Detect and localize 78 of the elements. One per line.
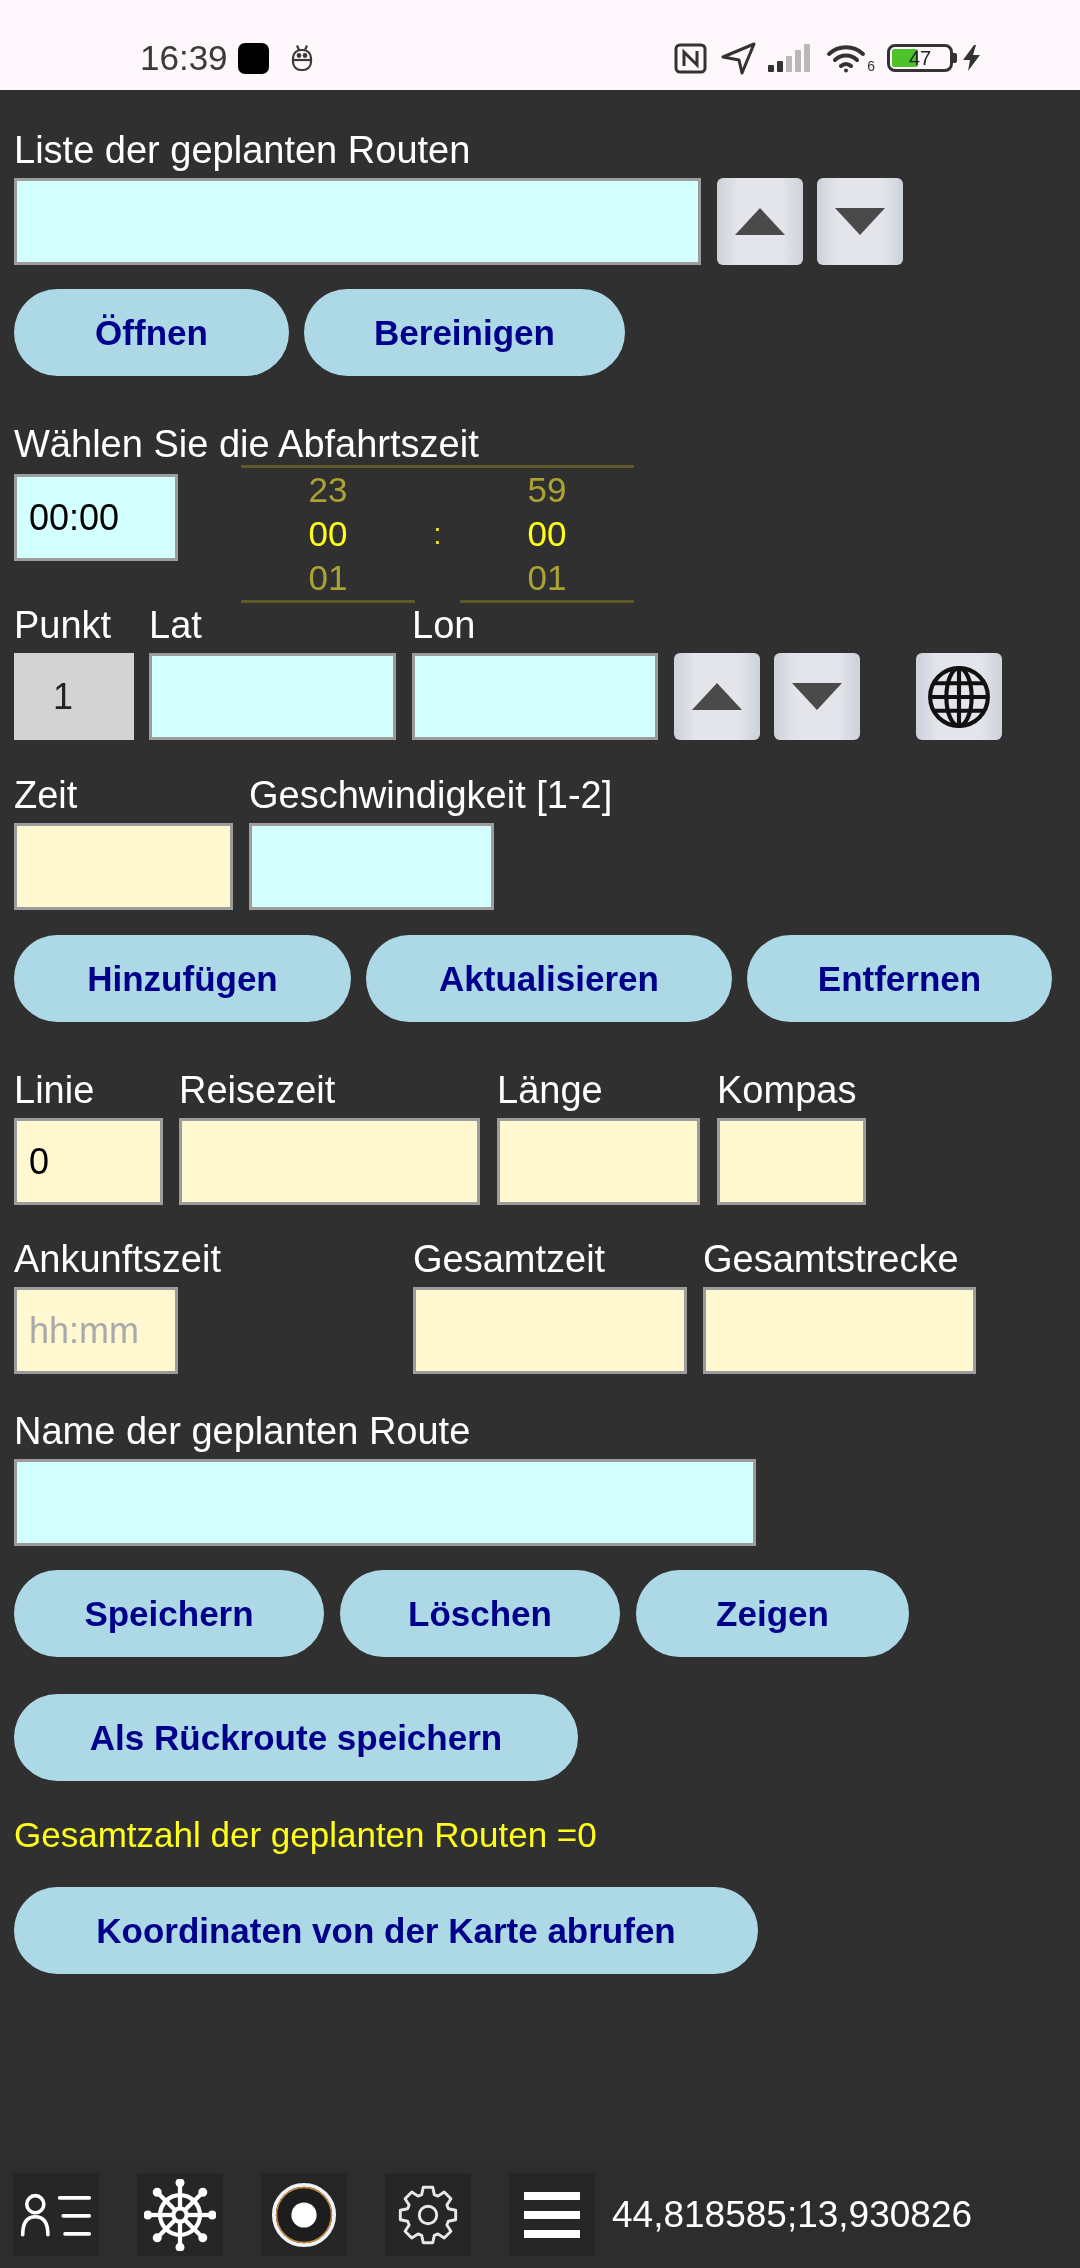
field-label: Liste der geplanten Routen xyxy=(14,128,471,172)
move-down-button[interactable] xyxy=(774,653,860,740)
robot-icon xyxy=(289,44,314,72)
nfc-icon xyxy=(674,42,708,74)
field-label: Reisezeit xyxy=(179,1068,336,1112)
globe-icon xyxy=(926,663,992,730)
ship-wheel-icon xyxy=(144,2178,216,2251)
field-label: Länge xyxy=(497,1068,603,1112)
up-triangle-icon xyxy=(692,683,742,710)
move-up-button[interactable] xyxy=(674,653,760,740)
field-label: Punkt xyxy=(14,603,112,647)
hour-option[interactable]: 00 xyxy=(308,512,348,556)
total-time-field[interactable] xyxy=(413,1287,687,1374)
route-name-field[interactable] xyxy=(14,1459,756,1546)
point-number-field[interactable]: 1 xyxy=(14,653,134,740)
wifi-standard-label: 6 xyxy=(867,58,875,73)
route-list-field[interactable] xyxy=(14,178,701,265)
globe-button[interactable] xyxy=(916,653,1002,740)
coordinates-text: 44,818585;13,930826 xyxy=(612,2192,973,2237)
get-map-coordinates-button[interactable]: Koordinaten von der Karte abrufen xyxy=(14,1887,758,1974)
compass-field[interactable] xyxy=(717,1118,866,1205)
up-triangle-icon xyxy=(735,208,785,235)
save-return-route-button[interactable]: Als Rückroute speichern xyxy=(14,1694,578,1781)
minute-option[interactable]: 59 xyxy=(527,468,567,512)
wifi-icon xyxy=(826,43,867,73)
down-triangle-icon xyxy=(835,208,885,235)
travel-time-field[interactable] xyxy=(179,1118,480,1205)
helm-button[interactable] xyxy=(137,2173,223,2256)
arrival-time-field[interactable]: hh:mm xyxy=(14,1287,178,1374)
hour-option[interactable]: 01 xyxy=(308,556,348,600)
time-separator: : xyxy=(433,516,442,552)
record-button[interactable] xyxy=(261,2173,347,2256)
settings-button[interactable] xyxy=(385,2173,471,2256)
move-down-button[interactable] xyxy=(817,178,903,265)
field-label: Gesamtstrecke xyxy=(703,1237,959,1281)
field-label: Geschwindigkeit [1-2] xyxy=(249,773,613,817)
field-label: Zeit xyxy=(14,773,78,817)
latitude-field[interactable] xyxy=(149,653,396,740)
signal-icon xyxy=(768,44,813,72)
circle-dot-icon xyxy=(271,2181,337,2248)
status-time: 16:39 xyxy=(140,38,228,78)
show-button[interactable]: Zeigen xyxy=(636,1570,909,1657)
add-button[interactable]: Hinzufügen xyxy=(14,935,351,1022)
down-triangle-icon xyxy=(792,683,842,710)
field-label: Linie xyxy=(14,1068,95,1112)
field-label: Ankunftszeit xyxy=(14,1237,221,1281)
field-label: Wählen Sie die Abfahrtszeit xyxy=(14,424,479,464)
clean-up-button[interactable]: Bereinigen xyxy=(304,289,625,376)
open-button[interactable]: Öffnen xyxy=(14,289,289,376)
field-label: Gesamtzeit xyxy=(413,1237,606,1281)
menu-button[interactable] xyxy=(509,2173,595,2256)
time-field[interactable] xyxy=(14,823,233,910)
move-up-button[interactable] xyxy=(717,178,803,265)
route-count-text: Gesamtzahl der geplanten Routen =0 xyxy=(14,1815,597,1855)
field-label: Kompas xyxy=(717,1068,857,1112)
square-icon xyxy=(237,42,269,74)
save-button[interactable]: Speichern xyxy=(14,1570,324,1657)
update-button[interactable]: Aktualisieren xyxy=(366,935,732,1022)
charging-bolt-icon xyxy=(963,45,980,71)
field-label: Lat xyxy=(149,603,202,647)
minute-option[interactable]: 01 xyxy=(527,556,567,600)
line-number-field[interactable]: 0 xyxy=(14,1118,163,1205)
hour-option[interactable]: 23 xyxy=(308,468,348,512)
remove-button[interactable]: Entfernen xyxy=(747,935,1052,1022)
speed-field[interactable] xyxy=(249,823,494,910)
delete-button[interactable]: Löschen xyxy=(340,1570,620,1657)
person-list-icon xyxy=(20,2192,92,2237)
departure-time-field[interactable]: 00:00 xyxy=(14,474,178,561)
field-label: Lon xyxy=(412,603,476,647)
field-label: Name der geplanten Route xyxy=(14,1409,471,1453)
menu-icon xyxy=(524,2191,580,2238)
total-distance-field[interactable] xyxy=(703,1287,976,1374)
minute-option[interactable]: 00 xyxy=(527,512,567,556)
navigation-arrow-icon xyxy=(721,41,757,75)
longitude-field[interactable] xyxy=(412,653,658,740)
length-field[interactable] xyxy=(497,1118,700,1205)
route-list-button[interactable] xyxy=(13,2173,99,2256)
gear-icon xyxy=(397,2183,459,2246)
